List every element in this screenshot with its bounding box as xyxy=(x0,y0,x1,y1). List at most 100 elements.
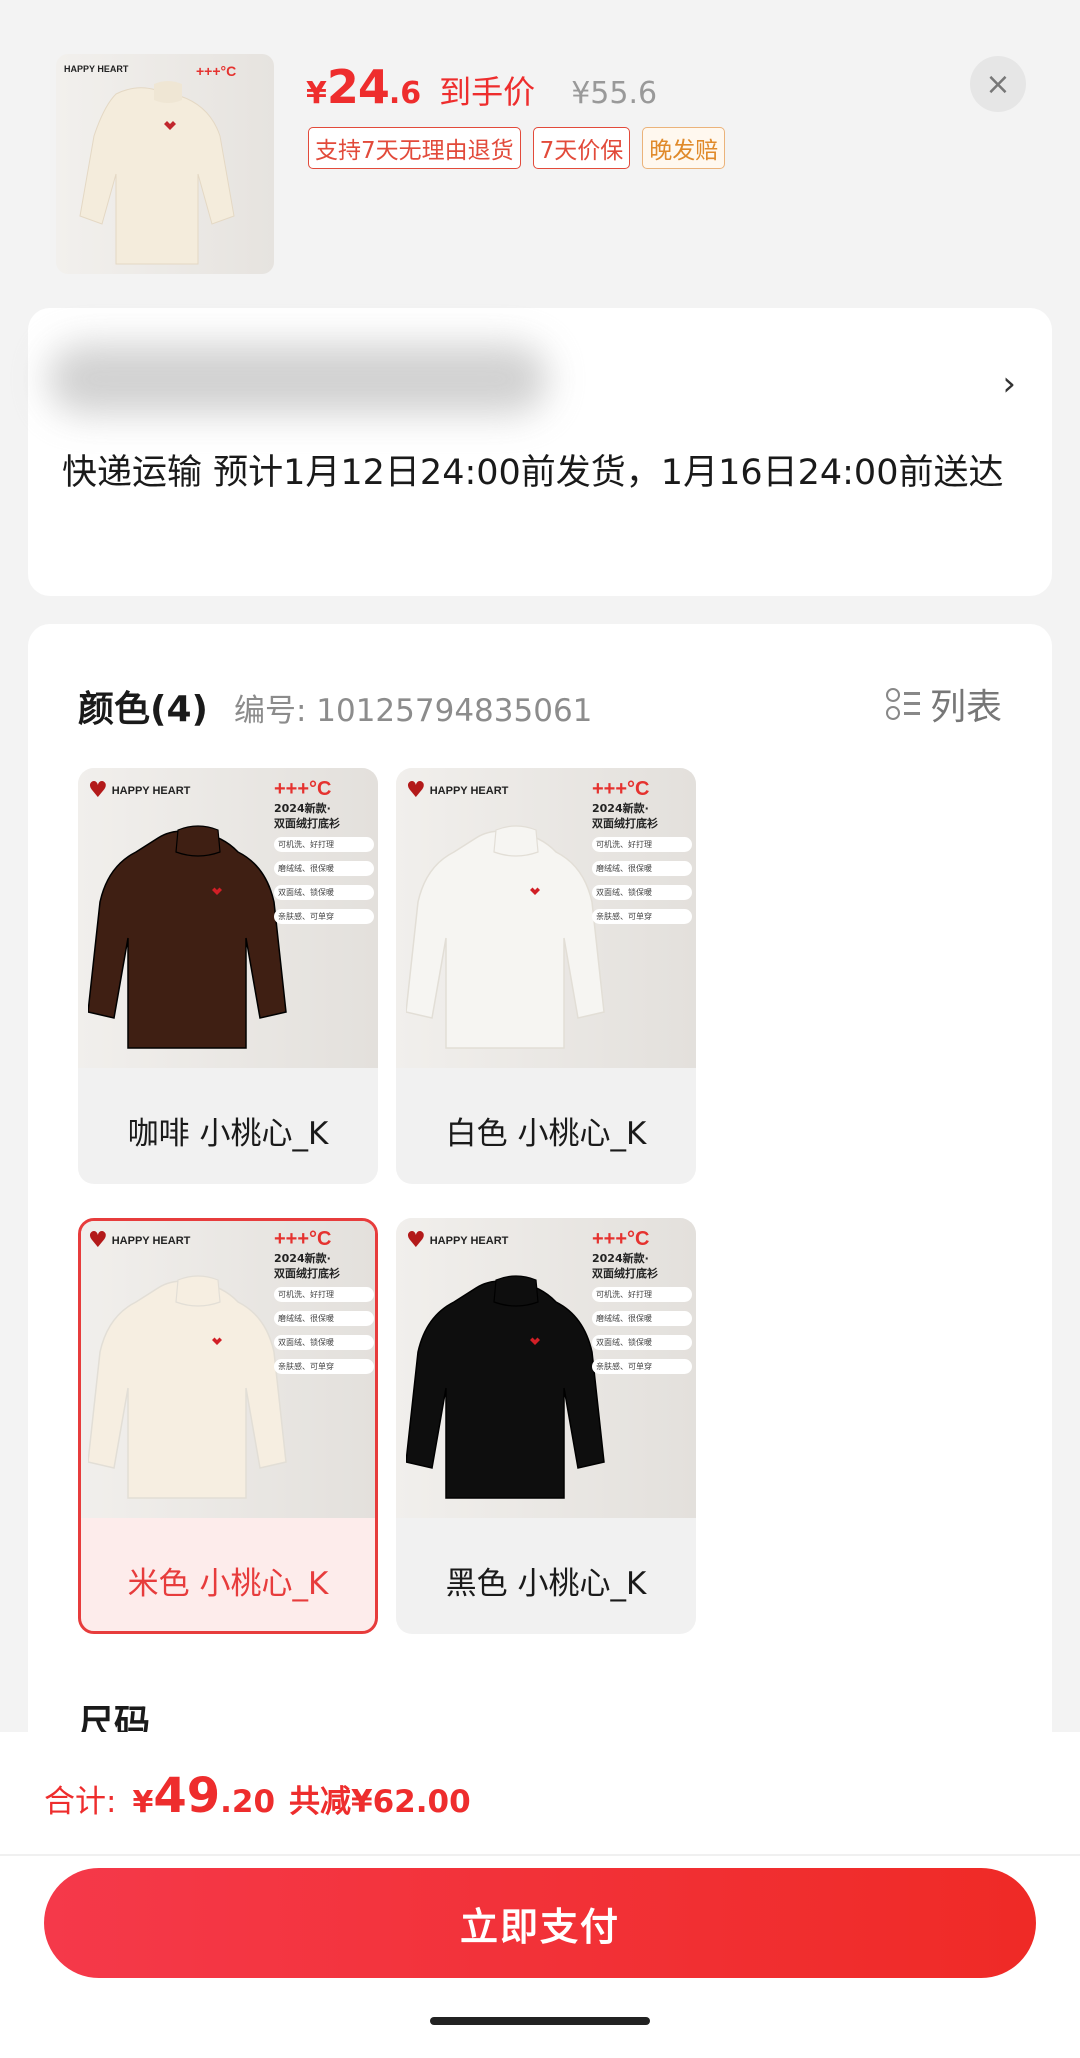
color-option-image: ♥ HAPPY HEART +++°C 2024新款· 双面绒打底衫 可机洗、好… xyxy=(78,768,378,1068)
brand-name: HAPPY HEART xyxy=(111,1234,191,1247)
feature-text: 磨绒绒、很保暖 xyxy=(592,861,692,876)
color-option[interactable]: ♥ HAPPY HEART +++°C 2024新款· 双面绒打底衫 可机洗、好… xyxy=(396,1218,696,1634)
feature-text: 双面绒、锁保暖 xyxy=(592,1335,692,1350)
feature-list: 可机洗、好打理 磨绒绒、很保暖 双面绒、锁保暖 亲肤感、可单穿 xyxy=(274,1287,374,1374)
color-option-label: 米色 小桃心_K xyxy=(127,1565,329,1602)
promo-line-2: 双面绒打底衫 xyxy=(274,1267,340,1280)
promo-degree: +++°C xyxy=(592,778,650,800)
color-option-image: ♥ HAPPY HEART +++°C 2024新款· 双面绒打底衫 可机洗、好… xyxy=(396,1218,696,1518)
promo-line-1: 2024新款· xyxy=(592,1252,649,1265)
feature-text: 磨绒绒、很保暖 xyxy=(592,1311,692,1326)
feature-text: 亲肤感、可单穿 xyxy=(592,1359,692,1374)
promo-block: +++°C 2024新款· 双面绒打底衫 可机洗、好打理 磨绒绒、很保暖 双面绒、锁… xyxy=(274,778,374,933)
feature-text: 磨绒绒、很保暖 xyxy=(274,1311,374,1326)
total-label: 合计: xyxy=(44,1784,117,1820)
tag-late-compensation: 晚发赔 xyxy=(642,127,726,169)
product-thumbnail-image: HAPPY HEART +++°C xyxy=(64,63,236,265)
svg-text:+++°C: +++°C xyxy=(196,63,236,79)
color-title: 颜色(4) xyxy=(78,689,208,730)
product-thumbnail: HAPPY HEART +++°C xyxy=(56,54,274,274)
brand-name: HAPPY HEART xyxy=(429,784,509,797)
feature-text: 可机洗、好打理 xyxy=(592,837,692,852)
brand-logo: ♥ HAPPY HEART xyxy=(88,1228,190,1253)
price-symbol: ¥ xyxy=(306,76,327,111)
promo-block: +++°C 2024新款· 双面绒打底衫 可机洗、好打理 磨绒绒、很保暖 双面绒、锁… xyxy=(592,778,692,933)
sku-number: 编号: 10125794835061 xyxy=(233,693,593,729)
promo-block: +++°C 2024新款· 双面绒打底衫 可机洗、好打理 磨绒绒、很保暖 双面绒、锁… xyxy=(274,1228,374,1383)
sweater-image xyxy=(88,1275,287,1499)
color-option-image: ♥ HAPPY HEART +++°C 2024新款· 双面绒打底衫 可机洗、好… xyxy=(396,768,696,1068)
sku-card: 颜色(4) 编号: 10125794835061 列表 ♥ HAPPY HEAR… xyxy=(28,624,1052,1924)
promo-line-2: 双面绒打底衫 xyxy=(592,1267,658,1280)
color-option[interactable]: ♥ HAPPY HEART +++°C 2024新款· 双面绒打底衫 可机洗、好… xyxy=(396,768,696,1184)
address-card[interactable]: › 快递运输 预计1月12日24:00前发货，1月16日24:00前送达 xyxy=(28,308,1052,596)
brand-name: HAPPY HEART xyxy=(111,784,191,797)
sweater-image xyxy=(88,825,287,1049)
color-option-label: 咖啡 小桃心_K xyxy=(127,1115,329,1152)
promo-line-1: 2024新款· xyxy=(274,1252,331,1265)
price-decimal: .6 xyxy=(388,76,422,111)
shipping-estimate: 快递运输 预计1月12日24:00前发货，1月16日24:00前送达 xyxy=(62,453,1004,493)
pay-now-button[interactable]: 立即支付 xyxy=(44,1868,1036,1978)
promo-block: +++°C 2024新款· 双面绒打底衫 可机洗、好打理 磨绒绒、很保暖 双面绒、锁… xyxy=(592,1228,692,1383)
promo-line-2: 双面绒打底衫 xyxy=(592,817,658,830)
feature-text: 双面绒、锁保暖 xyxy=(592,885,692,900)
promo-degree: +++°C xyxy=(592,1228,650,1250)
heart-icon: ♥ xyxy=(406,778,426,803)
brand-logo: ♥ HAPPY HEART xyxy=(88,778,190,803)
list-icon xyxy=(885,686,920,722)
feature-text: 可机洗、好打理 xyxy=(274,837,374,852)
close-icon: × xyxy=(985,66,1011,102)
promo-degree: +++°C xyxy=(274,778,332,800)
feature-text: 双面绒、锁保暖 xyxy=(274,1335,374,1350)
price-label: 到手价 xyxy=(439,73,536,111)
promo-line-1: 2024新款· xyxy=(274,802,331,815)
brand-logo: ♥ HAPPY HEART xyxy=(406,778,508,803)
brand-logo: ♥ HAPPY HEART xyxy=(406,1228,508,1253)
color-option-label: 黑色 小桃心_K xyxy=(445,1565,647,1602)
tag-return: 支持7天无理由退货 xyxy=(308,127,521,169)
footer-divider xyxy=(0,1854,1080,1856)
list-label: 列表 xyxy=(929,687,1002,728)
feature-text: 可机洗、好打理 xyxy=(592,1287,692,1302)
total-savings: 共减¥62.00 xyxy=(289,1784,471,1820)
color-option[interactable]: ♥ HAPPY HEART +++°C 2024新款· 双面绒打底衫 可机洗、好… xyxy=(78,1218,378,1634)
close-button[interactable]: × xyxy=(970,56,1026,112)
promo-line-1: 2024新款· xyxy=(592,802,649,815)
color-option[interactable]: ♥ HAPPY HEART +++°C 2024新款· 双面绒打底衫 可机洗、好… xyxy=(78,768,378,1184)
list-view-toggle[interactable]: 列表 xyxy=(885,678,1002,730)
service-tags: 支持7天无理由退货 7天价保 晚发赔 xyxy=(308,127,726,169)
feature-text: 磨绒绒、很保暖 xyxy=(274,861,374,876)
feature-text: 亲肤感、可单穿 xyxy=(274,1359,374,1374)
promo-degree: +++°C xyxy=(274,1228,332,1250)
heart-icon: ♥ xyxy=(88,1228,108,1253)
brand-name: HAPPY HEART xyxy=(429,1234,509,1247)
color-option-label: 白色 小桃心_K xyxy=(445,1115,647,1152)
sweater-image xyxy=(406,1275,605,1499)
heart-icon: ♥ xyxy=(88,778,108,803)
total-decimal: .20 xyxy=(220,1784,276,1820)
color-option-image: ♥ HAPPY HEART +++°C 2024新款· 双面绒打底衫 可机洗、好… xyxy=(81,1221,375,1518)
feature-list: 可机洗、好打理 磨绒绒、很保暖 双面绒、锁保暖 亲肤感、可单穿 xyxy=(592,837,692,924)
checkout-footer: 合计: ¥ 49 .20 共减¥62.00 立即支付 xyxy=(0,1732,1080,2058)
blurred-address xyxy=(48,344,548,414)
original-price: ¥55.6 xyxy=(571,76,658,111)
feature-text: 亲肤感、可单穿 xyxy=(274,909,374,924)
chevron-right-icon[interactable]: › xyxy=(1002,364,1016,404)
feature-text: 双面绒、锁保暖 xyxy=(274,885,374,900)
price-row: ¥ 24 .6 到手价 ¥55.6 xyxy=(306,60,657,120)
feature-text: 可机洗、好打理 xyxy=(274,1287,374,1302)
heart-icon: ♥ xyxy=(406,1228,426,1253)
home-indicator xyxy=(430,2017,650,2025)
feature-list: 可机洗、好打理 磨绒绒、很保暖 双面绒、锁保暖 亲肤感、可单穿 xyxy=(592,1287,692,1374)
sweater-image xyxy=(406,825,605,1049)
total-symbol: ¥ xyxy=(132,1785,154,1820)
feature-text: 亲肤感、可单穿 xyxy=(592,909,692,924)
total-row: 合计: ¥ 49 .20 共减¥62.00 xyxy=(44,1768,471,1824)
color-header: 颜色(4) 编号: 10125794835061 xyxy=(78,680,592,732)
price-integer: 24 xyxy=(326,60,390,114)
svg-text:HAPPY HEART: HAPPY HEART xyxy=(64,64,129,74)
feature-list: 可机洗、好打理 磨绒绒、很保暖 双面绒、锁保暖 亲肤感、可单穿 xyxy=(274,837,374,924)
promo-line-2: 双面绒打底衫 xyxy=(274,817,340,830)
sku-sheet: HAPPY HEART +++°C ¥ 24 .6 到手价 ¥55.6 支持7天… xyxy=(0,0,1080,2058)
